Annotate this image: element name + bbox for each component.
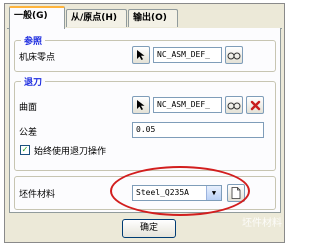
always-retract-label: 始终使用退刀操作	[34, 147, 107, 157]
clear-surface-button[interactable]	[246, 96, 264, 114]
show-machine-zero-button[interactable]	[225, 46, 243, 64]
retract-group: 退刀 曲面 NC_ASM_DEF_ 公差 0.05 ✓ 始终使用退刀操作	[14, 75, 276, 171]
tab-general[interactable]: 一般(G)	[9, 6, 65, 29]
tab-panel: 参照 机床零点 NC_ASM_DEF_ 退刀 曲面 NC_ASM_DEF_ 公差…	[9, 28, 281, 213]
glasses-icon	[227, 102, 241, 110]
tab-output[interactable]: 输出(O)	[128, 9, 178, 27]
machine-zero-field[interactable]: NC_ASM_DEF_	[153, 47, 222, 63]
arrow-pointer-icon	[137, 50, 145, 60]
tolerance-input[interactable]: 0.05	[132, 122, 264, 138]
reference-group-title: 参照	[21, 34, 46, 47]
material-label: 坯件材料	[19, 190, 56, 200]
glasses-icon	[227, 52, 241, 60]
tolerance-label: 公差	[19, 128, 38, 138]
material-select[interactable]: Steel_Q235A ▼	[132, 185, 222, 201]
watermark: 坯件材料	[192, 204, 288, 244]
always-retract-checkbox[interactable]: ✓	[20, 145, 30, 155]
chevron-down-icon[interactable]: ▼	[206, 186, 221, 200]
surface-field[interactable]: NC_ASM_DEF_	[153, 97, 222, 113]
surface-label: 曲面	[19, 103, 38, 113]
ok-button[interactable]: 确定	[122, 219, 176, 238]
tab-bar: 一般(G) 从/原点(H) 输出(O)	[7, 6, 282, 29]
show-surface-button[interactable]	[225, 96, 243, 114]
select-surface-button[interactable]	[132, 96, 150, 114]
watermark-text: 坯件材料	[242, 218, 282, 229]
material-select-value: Steel_Q235A	[136, 188, 189, 197]
arrow-pointer-icon	[137, 100, 145, 110]
material-file-button[interactable]	[227, 184, 245, 202]
document-icon	[231, 187, 241, 199]
tab-from-origin[interactable]: 从/原点(H)	[66, 9, 127, 27]
select-machine-zero-button[interactable]	[132, 46, 150, 64]
retract-group-title: 退刀	[21, 75, 46, 88]
machine-zero-label: 机床零点	[19, 53, 56, 63]
close-icon	[250, 100, 260, 110]
reference-group: 参照 机床零点 NC_ASM_DEF_	[14, 34, 276, 72]
